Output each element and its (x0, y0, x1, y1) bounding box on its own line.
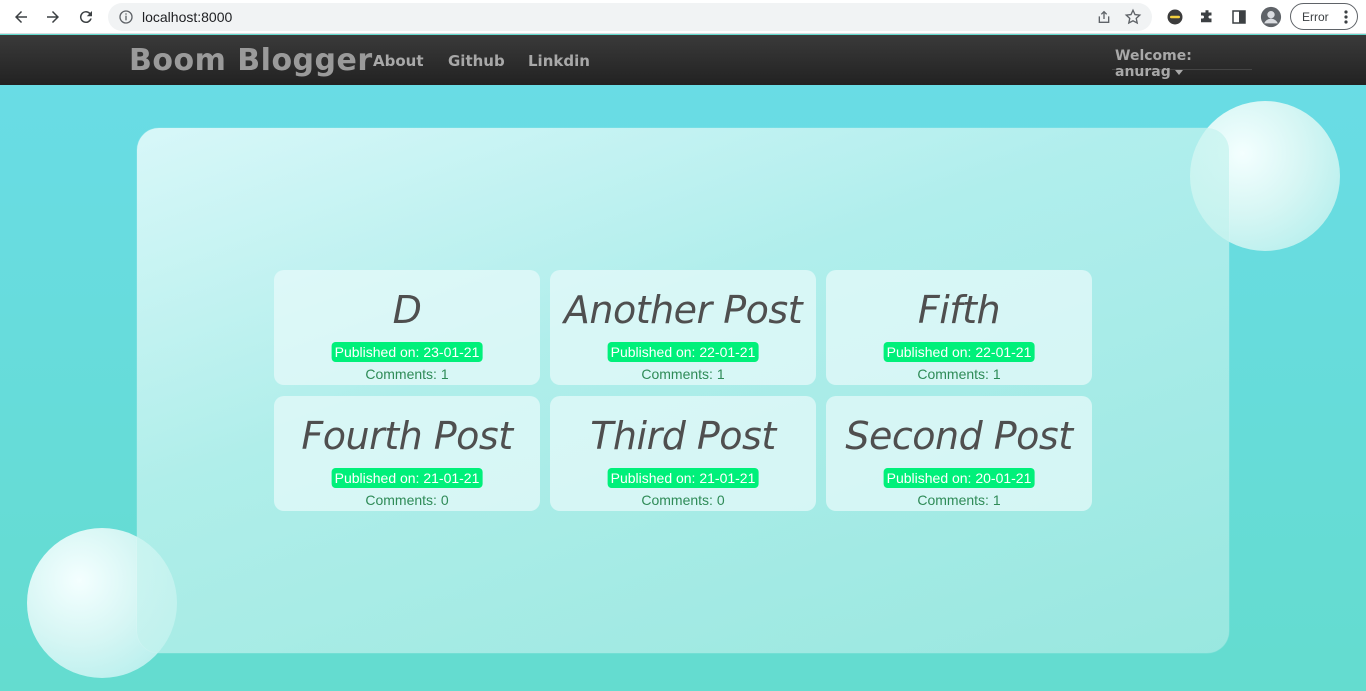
star-icon[interactable] (1124, 8, 1142, 26)
comments-count: Comments: 0 (365, 492, 449, 508)
post-card[interactable]: Second Post Published on: 20-01-21 Comme… (826, 396, 1092, 511)
post-title[interactable]: D (274, 288, 540, 332)
glass-panel: D Published on: 23-01-21 Comments: 1 Ano… (137, 128, 1229, 653)
back-button[interactable] (8, 4, 34, 30)
comments-count: Comments: 1 (365, 366, 449, 382)
browser-toolbar: localhost:8000 Error (0, 0, 1366, 34)
post-card[interactable]: Another Post Published on: 22-01-21 Comm… (550, 270, 816, 385)
share-icon[interactable] (1096, 9, 1112, 25)
brand-logo[interactable]: Boom Blogger (129, 43, 373, 78)
post-title[interactable]: Fourth Post (274, 414, 540, 458)
comments-count: Comments: 1 (641, 366, 725, 382)
more-vert-icon (1344, 10, 1348, 24)
nav-link-github[interactable]: Github (448, 52, 505, 70)
post-title[interactable]: Second Post (826, 414, 1092, 458)
arrow-left-icon (15, 11, 27, 23)
published-badge: Published on: 20-01-21 (883, 468, 1035, 488)
key-extension-icon[interactable] (1164, 6, 1186, 28)
extensions-icon[interactable] (1196, 6, 1218, 28)
comments-count: Comments: 0 (641, 492, 725, 508)
published-badge: Published on: 22-01-21 (883, 342, 1035, 362)
info-icon[interactable] (118, 9, 134, 25)
profile-avatar-icon[interactable] (1260, 6, 1282, 28)
published-badge: Published on: 21-01-21 (607, 468, 759, 488)
forward-button[interactable] (40, 4, 66, 30)
address-bar[interactable]: localhost:8000 (108, 3, 1152, 31)
post-title[interactable]: Another Post (550, 288, 816, 332)
published-badge: Published on: 23-01-21 (331, 342, 483, 362)
side-panel-icon[interactable] (1228, 6, 1250, 28)
nav-link-about[interactable]: About (373, 52, 424, 70)
post-title[interactable]: Third Post (550, 414, 816, 458)
post-card[interactable]: Fifth Published on: 22-01-21 Comments: 1 (826, 270, 1092, 385)
post-card[interactable]: D Published on: 23-01-21 Comments: 1 (274, 270, 540, 385)
reload-icon (79, 11, 92, 24)
comments-count: Comments: 1 (917, 492, 1001, 508)
reload-button[interactable] (73, 4, 99, 30)
post-card[interactable]: Fourth Post Published on: 21-01-21 Comme… (274, 396, 540, 511)
arrow-right-icon (47, 11, 59, 23)
post-card[interactable]: Third Post Published on: 21-01-21 Commen… (550, 396, 816, 511)
published-badge: Published on: 21-01-21 (331, 468, 483, 488)
caret-down-icon (1174, 69, 1183, 75)
error-label: Error (1302, 10, 1329, 24)
nav-link-linkdin[interactable]: Linkdin (528, 52, 590, 70)
page-background: D Published on: 23-01-21 Comments: 1 Ano… (0, 85, 1366, 691)
url-text[interactable]: localhost:8000 (142, 9, 232, 25)
user-menu-dropdown[interactable]: Welcome: anurag (1112, 45, 1252, 80)
published-badge: Published on: 22-01-21 (607, 342, 759, 362)
welcome-text: Welcome: anurag (1115, 48, 1192, 80)
site-navbar: Boom Blogger About Github Linkdin Welcom… (0, 35, 1366, 85)
comments-count: Comments: 1 (917, 366, 1001, 382)
error-button[interactable]: Error (1290, 3, 1358, 30)
post-title[interactable]: Fifth (826, 288, 1092, 332)
